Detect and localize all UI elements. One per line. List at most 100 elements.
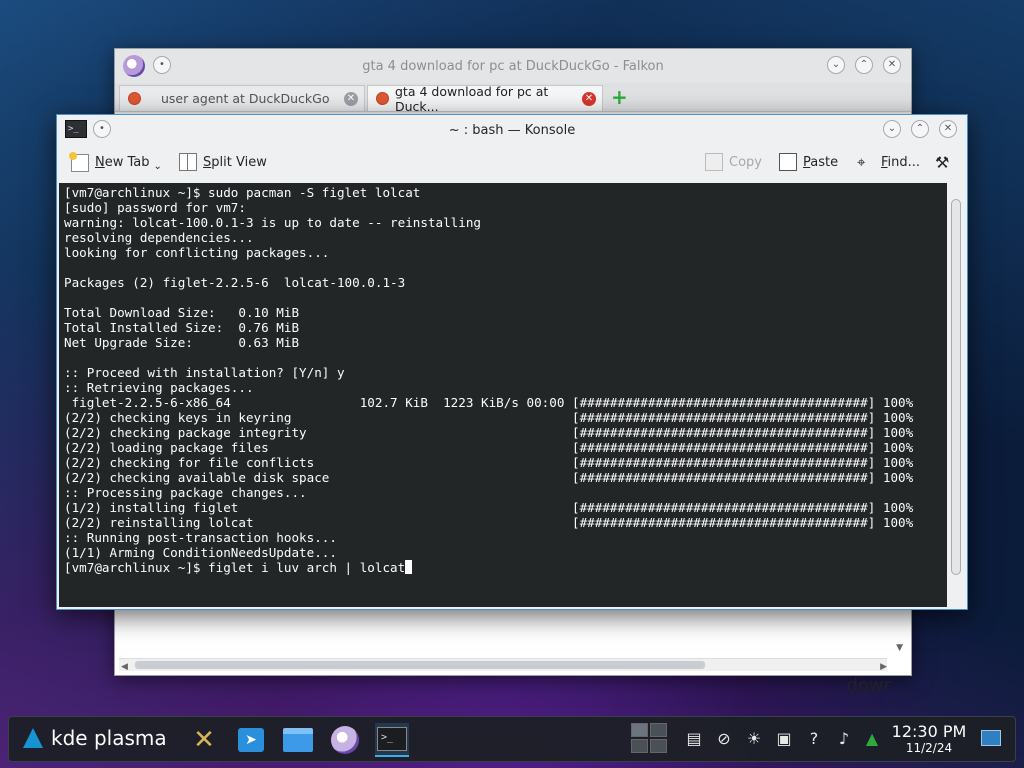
scroll-down-arrow-icon[interactable]: ▼ — [896, 643, 903, 653]
virtual-desktop-pager[interactable] — [631, 723, 669, 755]
split-view-label: Split View — [203, 154, 267, 170]
desktop-2[interactable] — [650, 723, 667, 737]
terminal-line: (1/2) installing figlet [###############… — [64, 500, 914, 515]
falkon-window-title: gta 4 download for pc at DuckDuckGo - Fa… — [362, 58, 664, 74]
terminal-line: :: Retrieving packages... — [64, 380, 254, 395]
tab-label: user agent at DuckDuckGo — [161, 91, 330, 106]
horizontal-scrollbar[interactable] — [119, 658, 887, 671]
terminal-output[interactable]: [vm7@archlinux ~]$ sudo pacman -S figlet… — [59, 183, 947, 607]
paste-icon — [779, 153, 797, 171]
new-tab-button[interactable]: New Tab ⌄ — [69, 151, 162, 172]
plasma-panel: kde plasma ✕ ➤ >_ ▤ ⊘ ☀ ▣ ? ♪ ▲ 12:30 PM… — [8, 716, 1016, 762]
terminal-lines: [vm7@archlinux ~]$ sudo pacman -S figlet… — [64, 185, 947, 560]
konsole-titlebar[interactable]: >_ • ~ : bash — Konsole ⌄ ⌃ ✕ — [57, 115, 967, 145]
maximize-button[interactable]: ⌃ — [855, 56, 873, 74]
desktop-1[interactable] — [631, 723, 648, 737]
terminal-line: (2/2) checking available disk space [###… — [64, 470, 914, 485]
falkon-app-icon[interactable] — [123, 55, 145, 77]
disk-icon[interactable]: ▣ — [773, 729, 795, 749]
terminal-line: [sudo] password for vm7: — [64, 200, 246, 215]
duckduckgo-icon — [128, 92, 141, 105]
keep-above-icon[interactable]: • — [153, 56, 171, 74]
konsole-app-icon[interactable]: >_ — [65, 120, 87, 138]
clock-date: 11/2/24 — [905, 741, 953, 755]
terminal-line: (2/2) checking keys in keyring [########… — [64, 410, 914, 425]
split-view-button[interactable]: Split View — [179, 153, 267, 171]
terminal-prompt-line: [vm7@archlinux ~]$ figlet i luv arch | l… — [64, 560, 406, 575]
tab-user-agent[interactable]: user agent at DuckDuckGo ✕ — [119, 85, 365, 111]
terminal-line: :: Proceed with installation? [Y/n] y — [64, 365, 345, 380]
terminal-line: (2/2) reinstalling lolcat [#############… — [64, 515, 914, 530]
minimize-button[interactable]: ⌄ — [827, 56, 845, 74]
arch-logo-icon — [23, 728, 43, 748]
find-label: Find... — [881, 154, 921, 170]
desktop-4[interactable] — [650, 739, 667, 753]
paste-label: Paste — [803, 154, 839, 170]
chevron-down-icon[interactable]: ⌄ — [154, 161, 162, 172]
new-tab-label: New Tab — [95, 155, 150, 170]
updates-icon[interactable]: ▲ — [861, 729, 883, 749]
desktop-3[interactable] — [631, 739, 648, 753]
konsole-window-title: ~ : bash — Konsole — [448, 122, 576, 138]
terminal-line: Net Upgrade Size: 0.63 MiB — [64, 335, 300, 350]
konsole-toolbar: New Tab ⌄ Split View Copy Paste ⌖ Find..… — [57, 145, 967, 181]
new-tab-icon — [69, 151, 89, 172]
network-disconnected-icon[interactable]: ⊘ — [713, 729, 735, 749]
clipboard-icon[interactable]: ▤ — [683, 729, 705, 749]
brightness-icon[interactable]: ☀ — [743, 729, 765, 749]
minimize-button[interactable]: ⌄ — [883, 120, 901, 138]
falkon-titlebar[interactable]: • gta 4 download for pc at DuckDuckGo - … — [115, 49, 911, 83]
paste-button[interactable]: Paste — [779, 153, 838, 171]
launcher-label: kde plasma — [51, 726, 167, 750]
terminal-scrollbar[interactable] — [947, 183, 965, 607]
falkon-tab-bar: user agent at DuckDuckGo ✕ gta 4 downloa… — [115, 83, 911, 114]
duckduckgo-icon — [376, 92, 389, 105]
terminal-line: Packages (2) figlet-2.2.5-6 lolcat-100.0… — [64, 275, 406, 290]
tools-icon[interactable]: ✕ — [187, 723, 221, 757]
application-launcher[interactable]: kde plasma — [23, 726, 167, 750]
konsole-icon[interactable]: >_ — [375, 723, 409, 757]
konsole-window[interactable]: >_ • ~ : bash — Konsole ⌄ ⌃ ✕ New Tab ⌄ … — [56, 114, 968, 610]
clock-time: 12:30 PM — [891, 722, 967, 741]
tab-gta4-download[interactable]: gta 4 download for pc at Duck... ✕ — [367, 84, 603, 114]
terminal-line: Total Download Size: 0.10 MiB — [64, 305, 300, 320]
scrollbar-thumb[interactable] — [951, 199, 961, 575]
page-heading-partial: dowr — [846, 675, 891, 696]
terminal-line: (2/2) checking package integrity [######… — [64, 425, 914, 440]
volume-icon[interactable]: ♪ — [833, 729, 855, 749]
falkon-browser-icon[interactable] — [328, 723, 362, 757]
discover-store-icon[interactable]: ➤ — [234, 723, 268, 757]
digital-clock[interactable]: 12:30 PM 11/2/24 — [887, 722, 971, 756]
show-desktop-icon[interactable] — [981, 730, 1001, 746]
terminal-line: :: Running post-transaction hooks... — [64, 530, 337, 545]
copy-icon — [705, 153, 723, 171]
terminal-line: (2/2) checking for file conflicts [#####… — [64, 455, 914, 470]
maximize-button[interactable]: ⌃ — [911, 120, 929, 138]
terminal-line: (1/1) Arming ConditionNeedsUpdate... — [64, 545, 337, 560]
dolphin-files-icon[interactable] — [281, 723, 315, 757]
terminal-line: figlet-2.2.5-6-x86_64 102.7 KiB 1223 KiB… — [64, 395, 914, 410]
terminal-line: [vm7@archlinux ~]$ sudo pacman -S figlet… — [64, 185, 421, 200]
scrollbar-thumb[interactable] — [135, 661, 705, 669]
terminal-cursor — [405, 560, 413, 574]
close-button[interactable]: ✕ — [883, 56, 901, 74]
split-view-icon — [179, 153, 197, 171]
terminal-line: looking for conflicting packages... — [64, 245, 330, 260]
tab-close-icon[interactable]: ✕ — [344, 91, 358, 106]
tab-close-icon[interactable]: ✕ — [582, 91, 596, 106]
binoculars-icon: ⌖ — [857, 153, 866, 171]
find-button[interactable]: ⌖ Find... — [857, 153, 920, 171]
wrench-icon: ⚒ — [935, 153, 950, 172]
copy-button[interactable]: Copy — [705, 153, 762, 171]
copy-label: Copy — [729, 154, 762, 170]
settings-menu-button[interactable]: ⚒ — [935, 153, 949, 172]
terminal-line: Total Installed Size: 0.76 MiB — [64, 320, 300, 335]
help-icon[interactable]: ? — [803, 729, 825, 749]
scroll-right-arrow-icon[interactable]: ▶ — [880, 662, 887, 672]
close-button[interactable]: ✕ — [939, 120, 957, 138]
scroll-left-arrow-icon[interactable]: ◀ — [121, 662, 128, 672]
keep-above-icon[interactable]: • — [93, 120, 111, 138]
new-tab-plus-icon[interactable]: + — [611, 85, 628, 109]
